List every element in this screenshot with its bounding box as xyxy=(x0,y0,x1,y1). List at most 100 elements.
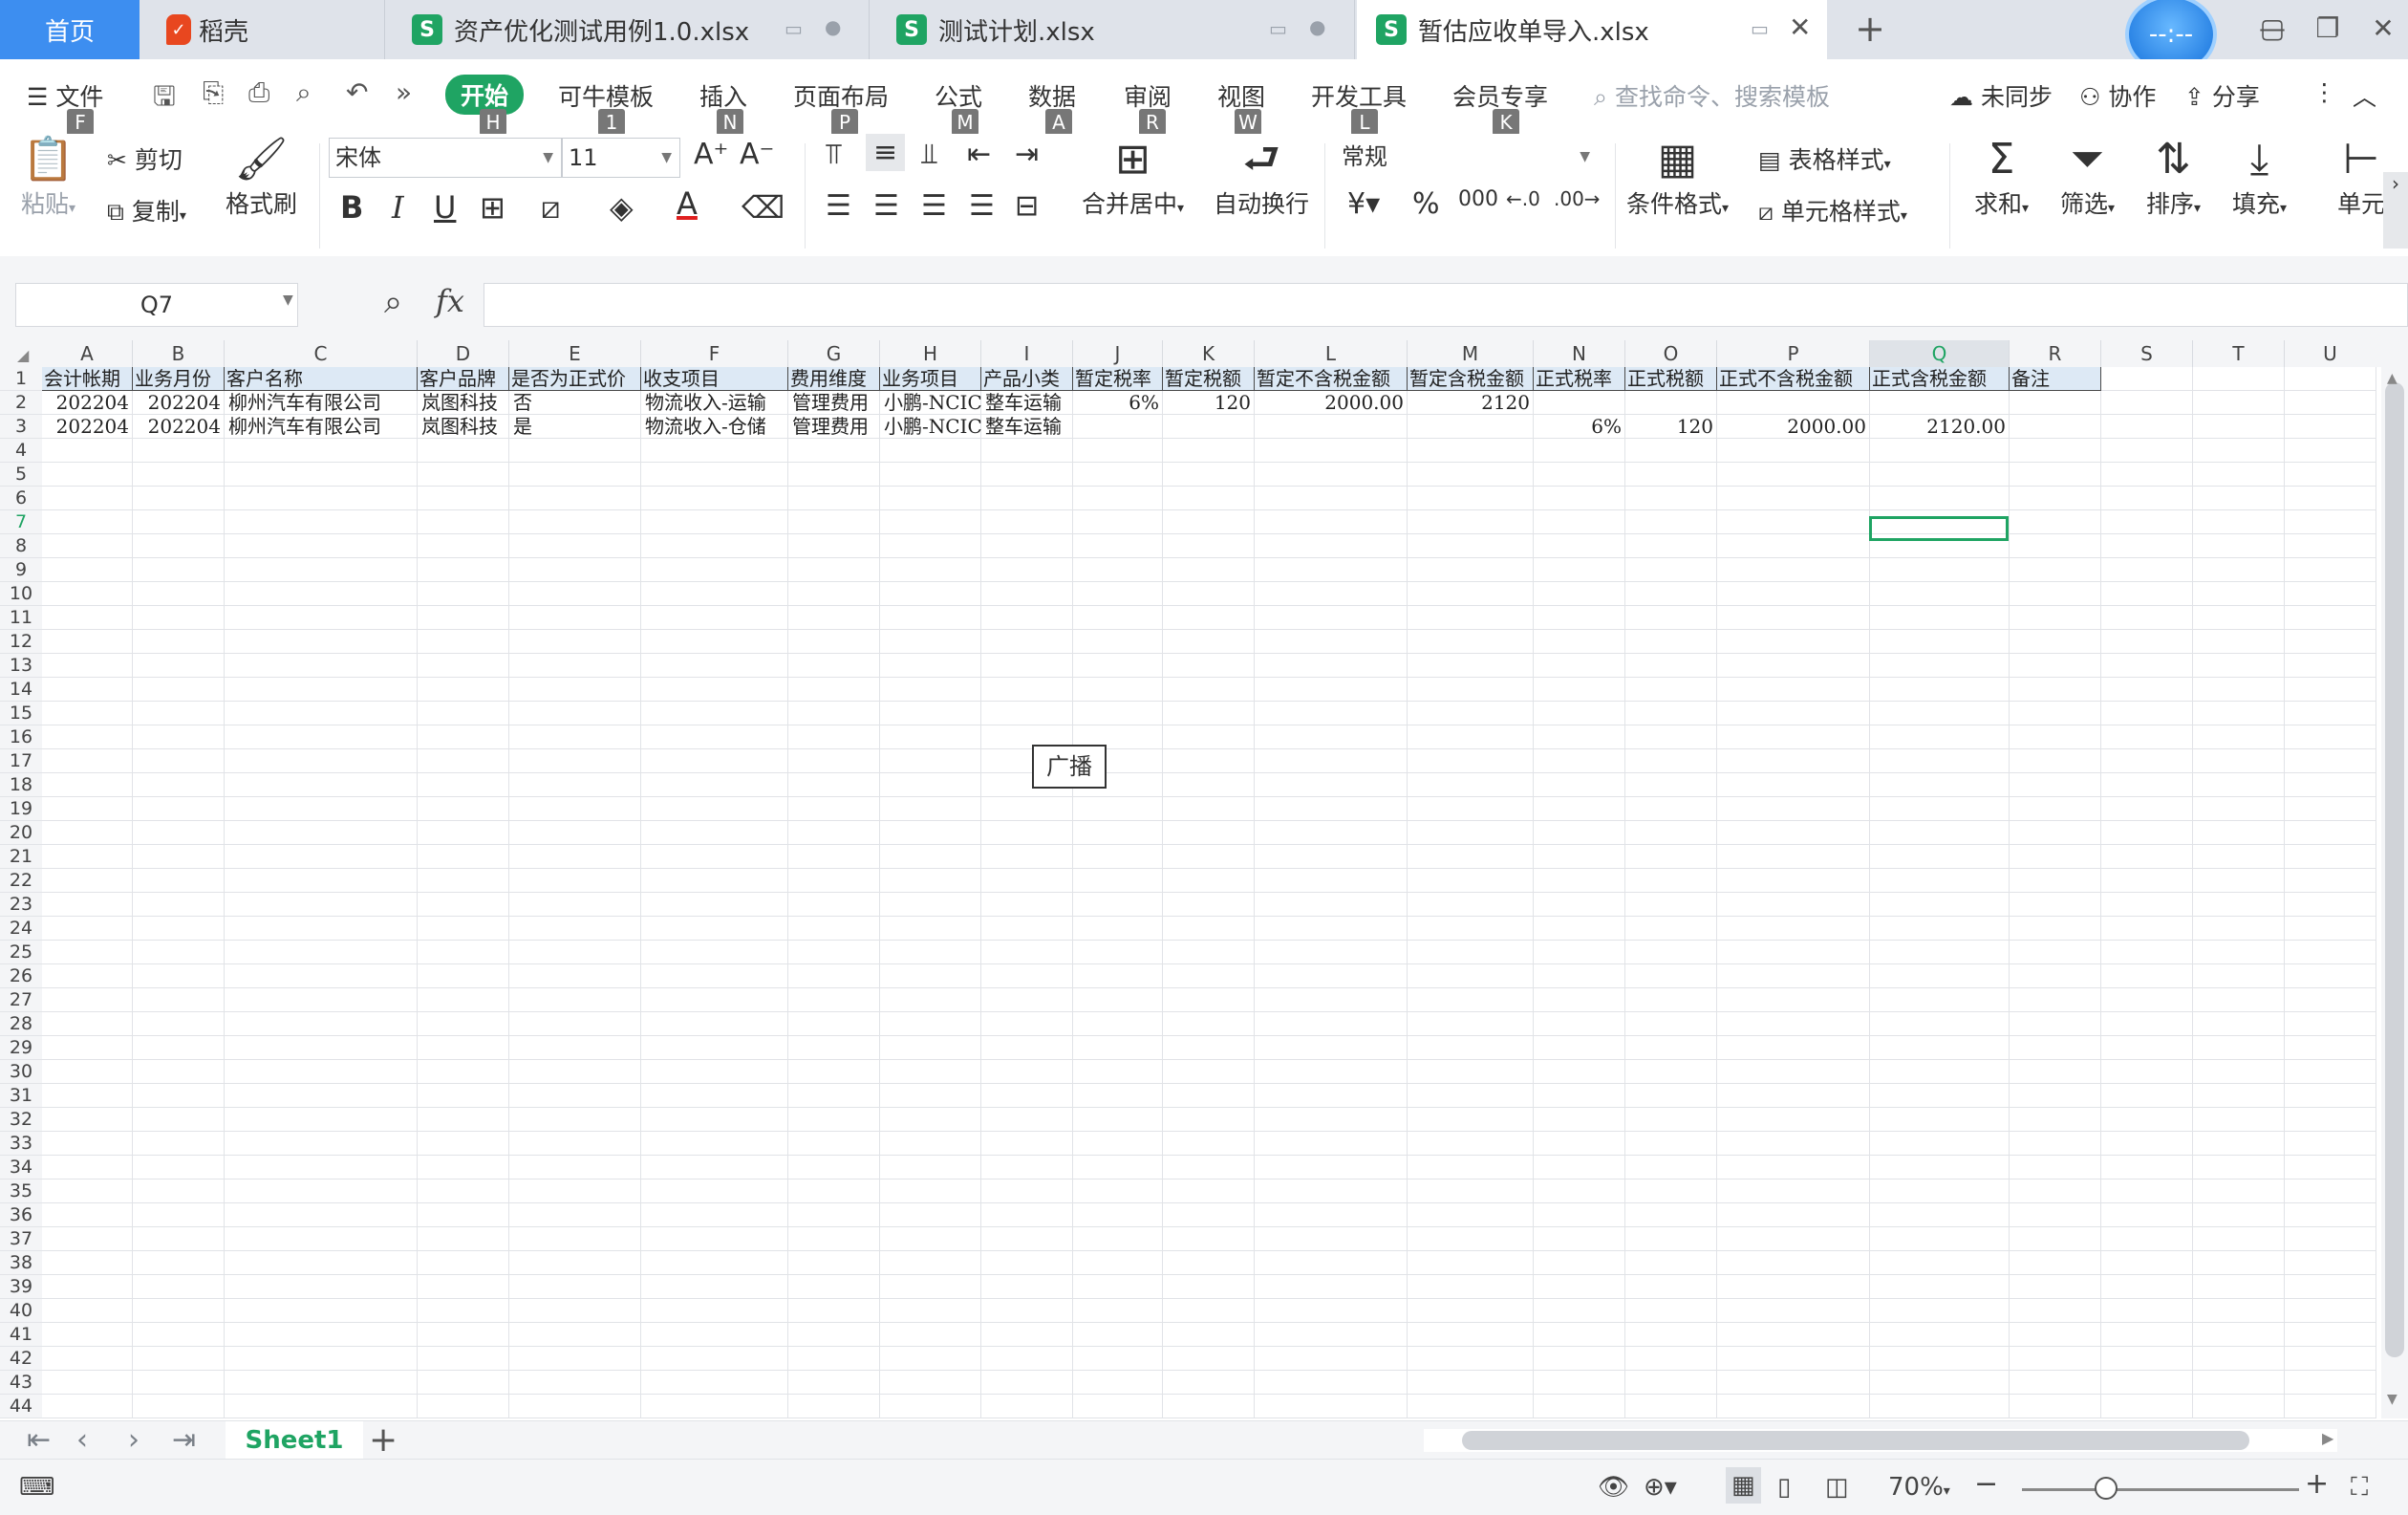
cell-i3[interactable]: 整车运输 xyxy=(981,415,1073,439)
row-header-34[interactable]: 34 xyxy=(0,1156,42,1180)
cell-g2[interactable]: 管理费用 xyxy=(788,391,880,415)
header-cell-c[interactable]: 客户名称 xyxy=(225,367,418,391)
crosshair-icon[interactable]: ⊕▾ xyxy=(1644,1473,1677,1502)
cell-a2[interactable]: 202204 xyxy=(42,391,133,415)
align-right-icon[interactable]: ☰ xyxy=(921,189,947,223)
cell-c2[interactable]: 柳州汽车有限公司 xyxy=(225,391,418,415)
justify-icon[interactable]: ☰ xyxy=(969,189,995,223)
header-cell-d[interactable]: 客户品牌 xyxy=(418,367,509,391)
distributed-icon[interactable]: ⊟ xyxy=(1015,189,1039,223)
add-sheet-button[interactable]: + xyxy=(369,1421,398,1460)
row-header-19[interactable]: 19 xyxy=(0,797,42,821)
select-all-corner[interactable]: ◢ xyxy=(0,340,43,367)
save-icon[interactable]: 🖫 xyxy=(153,76,176,122)
cell-e2[interactable]: 否 xyxy=(509,391,641,415)
cell-o3[interactable]: 120 xyxy=(1625,415,1717,439)
collaborate-button[interactable]: ⚇ 协作 xyxy=(2079,78,2156,113)
normal-view-icon[interactable]: ▦ xyxy=(1726,1467,1761,1504)
more-icon[interactable]: » xyxy=(396,76,412,108)
row-header-16[interactable]: 16 xyxy=(0,725,42,749)
share-button[interactable]: ⇪ 分享 xyxy=(2184,78,2260,113)
row-header-20[interactable]: 20 xyxy=(0,821,42,845)
zoom-level[interactable]: 70%▾ xyxy=(1888,1473,1950,1502)
column-header-j[interactable]: J xyxy=(1073,340,1163,367)
row-header-35[interactable]: 35 xyxy=(0,1180,42,1203)
row-header-3[interactable]: 3 xyxy=(0,415,42,439)
header-cell-i[interactable]: 产品小类 xyxy=(981,367,1073,391)
sort-button[interactable]: ⇅ 排序▾ xyxy=(2146,134,2201,220)
row-header-30[interactable]: 30 xyxy=(0,1060,42,1084)
row-header-4[interactable]: 4 xyxy=(0,439,42,463)
row-header-5[interactable]: 5 xyxy=(0,463,42,487)
column-header-n[interactable]: N xyxy=(1534,340,1625,367)
column-header-o[interactable]: O xyxy=(1625,340,1717,367)
tab-docer[interactable]: ✓ 稻壳 xyxy=(141,0,385,59)
font-size-select[interactable]: 11 ▼ xyxy=(562,138,680,178)
number-format-select[interactable]: 常规 ▼ xyxy=(1336,138,1598,178)
header-cell-a[interactable]: 会计帐期 xyxy=(42,367,133,391)
font-name-select[interactable]: 宋体 ▼ xyxy=(329,138,562,178)
close-window-button[interactable]: ✕ xyxy=(2362,10,2404,48)
formula-input[interactable] xyxy=(484,283,2408,327)
cell-button[interactable]: ⊢ 单元 xyxy=(2337,134,2385,220)
export-icon[interactable]: ⎘ xyxy=(203,76,224,109)
row-header-23[interactable]: 23 xyxy=(0,893,42,917)
row-header-43[interactable]: 43 xyxy=(0,1371,42,1395)
page-view-icon[interactable]: ▯ xyxy=(1777,1473,1791,1502)
align-bottom-icon[interactable]: ⫫ xyxy=(921,138,937,171)
spreadsheet-grid[interactable]: ◢ ABCDEFGHIJKLMNOPQRSTU 1 2 3 4 5 6 7 8 9 10 11 12 1… xyxy=(0,340,2408,1420)
close-icon[interactable]: ✕ xyxy=(1789,11,1811,43)
new-tab-button[interactable]: + xyxy=(1849,8,1891,50)
cell-p3[interactable]: 2000.00 xyxy=(1717,415,1870,439)
sum-button[interactable]: Σ 求和▾ xyxy=(1974,134,2029,220)
collapse-ribbon-icon[interactable]: ︿ xyxy=(2353,78,2376,113)
column-header-p[interactable]: P xyxy=(1717,340,1870,367)
cell-b2[interactable]: 202204 xyxy=(133,391,225,415)
align-middle-icon[interactable]: ≡ xyxy=(866,134,906,171)
row-header-28[interactable]: 28 xyxy=(0,1012,42,1036)
column-header-e[interactable]: E xyxy=(509,340,641,367)
broadcast-button[interactable]: 广播 xyxy=(1032,745,1107,789)
cell-a3[interactable]: 202204 xyxy=(42,415,133,439)
row-header-15[interactable]: 15 xyxy=(0,702,42,725)
row-header-24[interactable]: 24 xyxy=(0,917,42,941)
fullscreen-icon[interactable]: ⛶ xyxy=(2351,1473,2368,1503)
fill-button[interactable]: ⤓ 填充▾ xyxy=(2232,134,2287,220)
more-options-icon[interactable]: ⋮ xyxy=(2312,78,2336,106)
header-cell-b[interactable]: 业务月份 xyxy=(133,367,225,391)
vertical-scroll-thumb[interactable] xyxy=(2385,382,2404,1357)
eye-protection-icon[interactable]: 👁 xyxy=(1598,1473,1629,1502)
active-cell-q7[interactable] xyxy=(1869,516,2009,541)
minimize-button[interactable]: — xyxy=(2251,10,2293,48)
row-header-40[interactable]: 40 xyxy=(0,1299,42,1323)
bold-icon[interactable]: B xyxy=(340,189,363,226)
scroll-down-icon[interactable]: ▼ xyxy=(2387,1392,2397,1407)
tab-file-asset-test[interactable]: S 资产优化测试用例1.0.xlsx ▭ ● xyxy=(387,0,870,59)
scroll-up-icon[interactable]: ▲ xyxy=(2387,371,2397,386)
cell-f2[interactable]: 物流收入-运输 xyxy=(641,391,788,415)
menu-developer[interactable]: 开发工具 xyxy=(1311,78,1407,113)
header-cell-p[interactable]: 正式不含税金额 xyxy=(1717,367,1870,391)
chevron-down-icon[interactable]: ▼ xyxy=(283,292,293,308)
last-sheet-icon[interactable]: ⇥ xyxy=(172,1423,196,1457)
row-header-26[interactable]: 26 xyxy=(0,964,42,988)
cell-k2[interactable]: 120 xyxy=(1163,391,1255,415)
header-cell-g[interactable]: 费用维度 xyxy=(788,367,880,391)
eraser-icon[interactable]: ⌫ xyxy=(742,189,785,226)
row-header-25[interactable]: 25 xyxy=(0,941,42,964)
header-cell-k[interactable]: 暂定税额 xyxy=(1163,367,1255,391)
ribbon-scroll-right-icon[interactable]: › xyxy=(2383,172,2408,249)
sync-status[interactable]: ☁ 未同步 xyxy=(1949,78,2053,113)
cell-c3[interactable]: 柳州汽车有限公司 xyxy=(225,415,418,439)
cell-l2[interactable]: 2000.00 xyxy=(1255,391,1408,415)
zoom-formula-icon[interactable]: ⌕ xyxy=(384,283,402,321)
header-cell-o[interactable]: 正式税额 xyxy=(1625,367,1717,391)
column-header-b[interactable]: B xyxy=(133,340,225,367)
row-header-11[interactable]: 11 xyxy=(0,606,42,630)
column-header-a[interactable]: A xyxy=(42,340,133,367)
font-color-icon[interactable]: A xyxy=(677,185,698,222)
menu-templates[interactable]: 可牛模板 xyxy=(558,78,654,113)
conditional-format-button[interactable]: ▦ 条件格式▾ xyxy=(1626,134,1729,220)
column-header-i[interactable]: I xyxy=(981,340,1073,367)
header-cell-n[interactable]: 正式税率 xyxy=(1534,367,1625,391)
